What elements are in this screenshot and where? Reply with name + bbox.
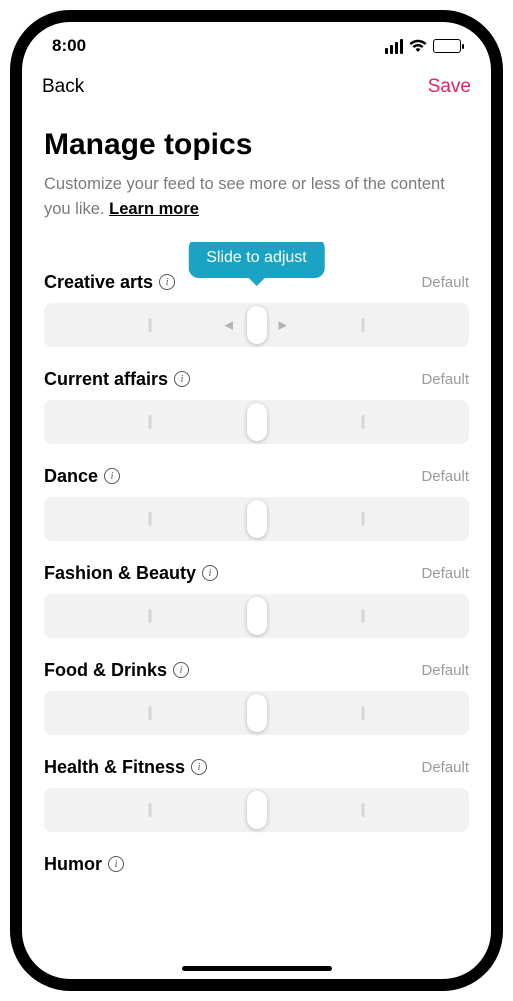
topic-status: Default bbox=[421, 274, 469, 291]
slider-thumb[interactable] bbox=[247, 597, 267, 635]
topic-row: Dancei Default bbox=[44, 466, 469, 541]
topic-row: Current affairs i Default bbox=[44, 369, 469, 444]
slider-thumb[interactable] bbox=[247, 500, 267, 538]
slider-tick bbox=[149, 415, 152, 429]
topic-label: Creative arts bbox=[44, 272, 153, 293]
subtitle-text: Customize your feed to see more or less … bbox=[44, 175, 445, 218]
slider-thumb[interactable] bbox=[247, 694, 267, 732]
topic-row: Health & Fitness i Default bbox=[44, 757, 469, 832]
slider-tick bbox=[361, 609, 364, 623]
content-area: Manage topics Customize your feed to see… bbox=[22, 106, 491, 991]
battery-icon bbox=[433, 39, 461, 53]
info-icon[interactable]: i bbox=[174, 371, 190, 387]
save-button[interactable]: Save bbox=[428, 76, 471, 98]
topic-label: Food & Drinks bbox=[44, 660, 167, 681]
topic-status: Default bbox=[421, 468, 469, 485]
phone-frame: 8:00 Back Save Manage topics Customize y… bbox=[10, 10, 503, 991]
slider-thumb[interactable] bbox=[247, 403, 267, 441]
info-icon[interactable]: i bbox=[173, 662, 189, 678]
slider-tick bbox=[361, 318, 364, 332]
slider-tick bbox=[361, 512, 364, 526]
topic-name: Humor i bbox=[44, 854, 124, 875]
slider-tick bbox=[149, 706, 152, 720]
slider-tick bbox=[149, 803, 152, 817]
slider-tooltip: Slide to adjust bbox=[188, 242, 325, 278]
topic-row: Humor i bbox=[44, 854, 469, 875]
slider-tick bbox=[149, 512, 152, 526]
topic-slider[interactable] bbox=[44, 691, 469, 735]
learn-more-link[interactable]: Learn more bbox=[109, 200, 199, 218]
topic-name: Creative arts i bbox=[44, 272, 175, 293]
arrow-right-icon: ▶ bbox=[279, 318, 287, 331]
info-icon[interactable]: i bbox=[191, 759, 207, 775]
slider-tick bbox=[361, 706, 364, 720]
topics-list: Creative artsiDefault◀▶Slide to adjustCu… bbox=[44, 242, 469, 992]
wifi-icon bbox=[409, 39, 427, 53]
topic-status: Default bbox=[421, 371, 469, 388]
topic-slider[interactable] bbox=[44, 497, 469, 541]
topic-label: Humor bbox=[44, 854, 102, 875]
home-indicator[interactable] bbox=[182, 966, 332, 971]
status-icons bbox=[385, 39, 461, 54]
topic-name: Dancei bbox=[44, 466, 120, 487]
topic-status: Default bbox=[421, 565, 469, 582]
slider-tick bbox=[149, 318, 152, 332]
arrow-left-icon: ◀ bbox=[225, 318, 233, 331]
info-icon[interactable]: i bbox=[202, 565, 218, 581]
topic-name: Health & Fitness i bbox=[44, 757, 207, 778]
info-icon[interactable]: i bbox=[159, 274, 175, 290]
nav-bar: Back Save bbox=[22, 64, 491, 106]
status-time: 8:00 bbox=[52, 36, 86, 56]
topic-status: Default bbox=[421, 662, 469, 679]
topic-slider[interactable] bbox=[44, 594, 469, 638]
topic-label: Fashion & Beauty bbox=[44, 563, 196, 584]
topic-label: Current affairs bbox=[44, 369, 168, 390]
slider-thumb[interactable] bbox=[247, 306, 267, 344]
topic-slider[interactable]: ◀▶ bbox=[44, 303, 469, 347]
slider-tick bbox=[149, 609, 152, 623]
topic-slider[interactable] bbox=[44, 788, 469, 832]
info-icon[interactable]: i bbox=[108, 856, 124, 872]
topic-row: Fashion & Beauty i Default bbox=[44, 563, 469, 638]
slider-thumb[interactable] bbox=[247, 791, 267, 829]
slider-tick bbox=[361, 803, 364, 817]
topic-label: Health & Fitness bbox=[44, 757, 185, 778]
page-subtitle: Customize your feed to see more or less … bbox=[44, 172, 469, 222]
back-button[interactable]: Back bbox=[42, 76, 84, 98]
topic-label: Dance bbox=[44, 466, 98, 487]
topic-status: Default bbox=[421, 759, 469, 776]
topic-name: Fashion & Beauty i bbox=[44, 563, 218, 584]
status-bar: 8:00 bbox=[22, 22, 491, 64]
topic-row: Creative artsiDefault◀▶Slide to adjust bbox=[44, 242, 469, 347]
topic-slider[interactable] bbox=[44, 400, 469, 444]
page-title: Manage topics bbox=[44, 128, 469, 162]
signal-icon bbox=[385, 39, 403, 54]
topic-row: Food & Drinks i Default bbox=[44, 660, 469, 735]
topic-name: Current affairs i bbox=[44, 369, 190, 390]
info-icon[interactable]: i bbox=[104, 468, 120, 484]
topic-name: Food & Drinks i bbox=[44, 660, 189, 681]
slider-tick bbox=[361, 415, 364, 429]
